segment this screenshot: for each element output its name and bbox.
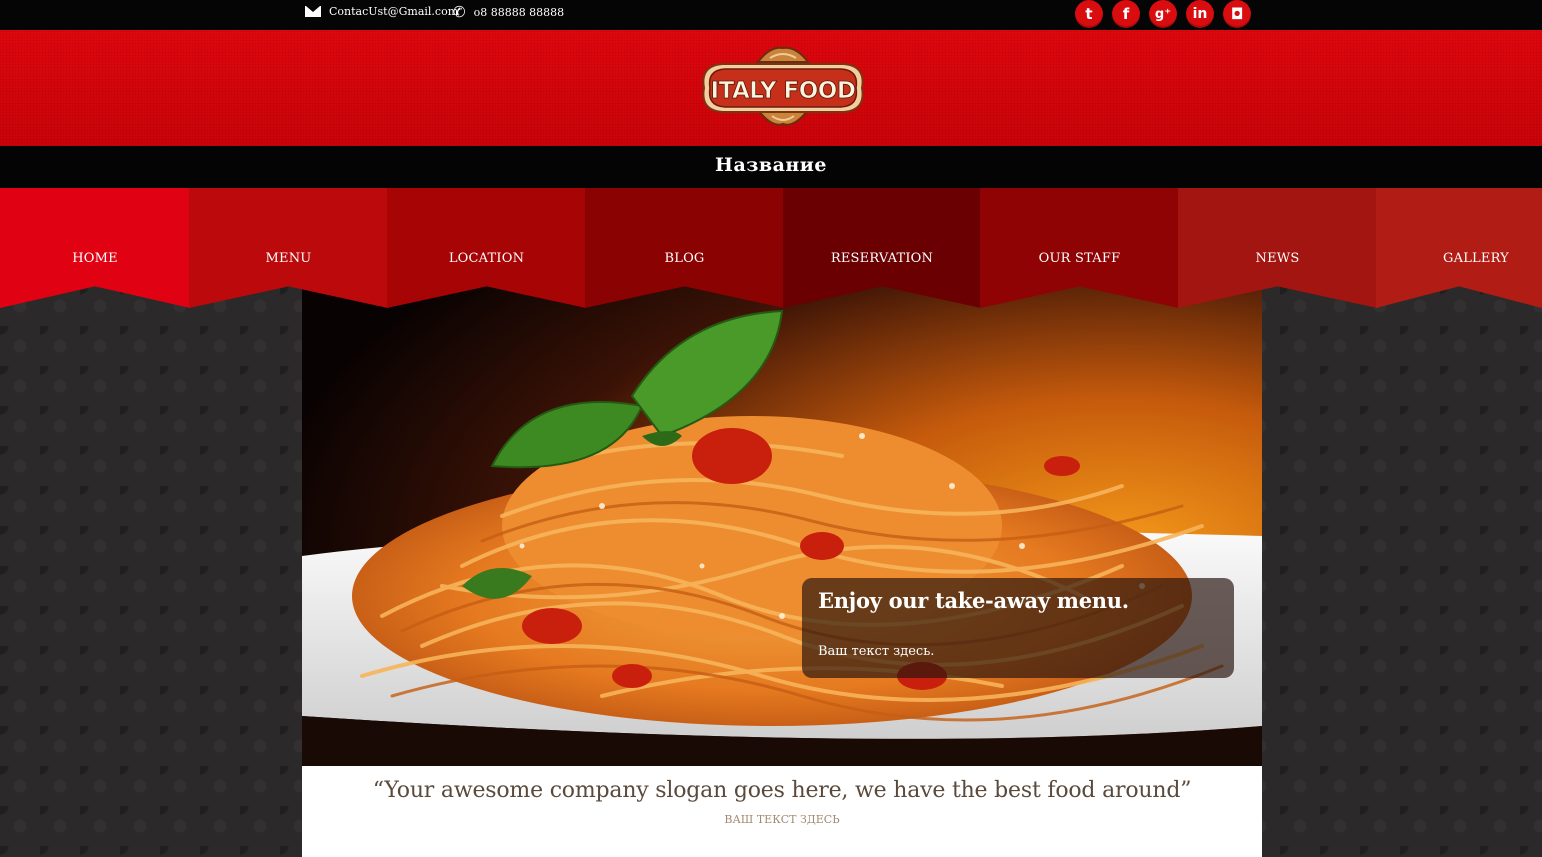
main-nav: HOME MENU LOCATION BLOG RESERVATION OUR … [0,188,1542,308]
nav-label: OUR STAFF [1038,251,1121,266]
zigzag-divider [0,182,1542,190]
slogan-subtext: ВАШ ТЕКСТ ЗДЕСЬ [724,813,840,826]
nav-news[interactable]: NEWS [1178,188,1377,308]
logo-text: ITALY FOOD [711,78,856,104]
twitter-icon[interactable]: t [1075,0,1103,28]
header-banner: ITALY FOOD [0,30,1542,146]
nav-label: BLOG [664,251,705,266]
nav-label: NEWS [1255,251,1300,266]
nav-gallery[interactable]: GALLERY [1376,188,1542,308]
hero-slider[interactable]: Enjoy our take-away menu. Ваш текст здес… [302,286,1262,766]
nav-menu[interactable]: MENU [189,188,388,308]
google-plus-icon[interactable]: g⁺ [1149,0,1177,28]
linkedin-icon[interactable]: in [1186,0,1214,28]
social-links: t f g⁺ in ◘ [1075,0,1251,28]
nav-label: RESERVATION [830,251,934,266]
slogan-section: “Your awesome company slogan goes here, … [302,766,1262,857]
nav-label: HOME [72,251,118,266]
contact-phone[interactable]: ✆ o8 88888 88888 [453,3,565,21]
nav-label: LOCATION [448,251,525,266]
contact-email[interactable]: ContacUst@Gmail.com [305,5,458,18]
caption-title: Enjoy our take-away menu. [818,588,1129,613]
email-text: ContacUst@Gmail.com [329,5,459,18]
nav-label: GALLERY [1443,251,1509,266]
mail-icon [305,6,321,17]
facebook-icon[interactable]: f [1112,0,1140,28]
italy-food-logo[interactable]: ITALY FOOD [700,44,866,130]
caption-text: Ваш текст здесь. [818,644,935,659]
top-bar: ContacUst@Gmail.com ✆ o8 88888 88888 t f… [0,0,1542,30]
nav-label: MENU [265,251,312,266]
nav-home[interactable]: HOME [0,188,190,308]
company-slogan: “Your awesome company slogan goes here, … [372,778,1192,803]
spaghetti-image [302,286,1262,766]
nav-our-staff[interactable]: OUR STAFF [980,188,1179,308]
instagram-icon[interactable]: ◘ [1223,0,1251,28]
phone-icon: ✆ [453,3,466,21]
page-title: Название [715,154,827,176]
slide-caption: Enjoy our take-away menu. Ваш текст здес… [802,578,1234,678]
nav-reservation[interactable]: RESERVATION [783,188,981,308]
nav-blog[interactable]: BLOG [585,188,784,308]
phone-text: o8 88888 88888 [473,5,565,19]
nav-location[interactable]: LOCATION [387,188,586,308]
